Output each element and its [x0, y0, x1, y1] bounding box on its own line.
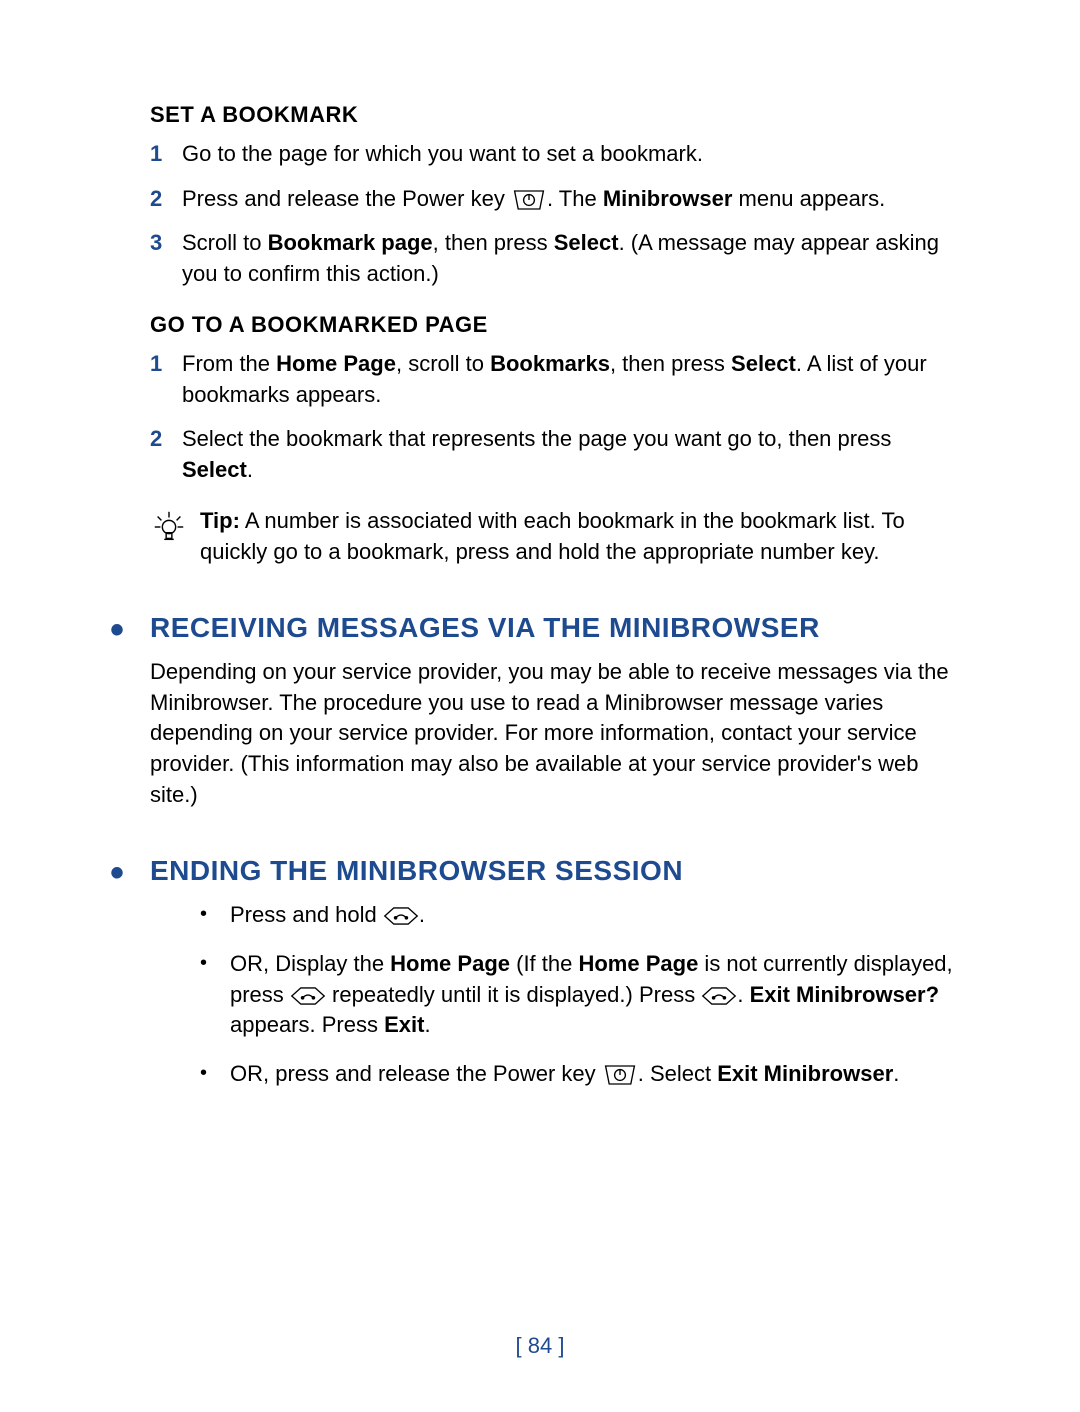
text-fragment: , then press: [433, 230, 554, 255]
bold-text: Exit Minibrowser?: [750, 982, 939, 1007]
item-text: Scroll to Bookmark page, then press Sele…: [182, 228, 960, 290]
ending-session-list: • Press and hold . • OR, Display the Hom…: [150, 900, 960, 1090]
bold-text: Bookmark page: [268, 230, 433, 255]
heading-ending-session: ENDING THE MINIBROWSER SESSION: [150, 851, 960, 890]
text-fragment: .: [247, 457, 253, 482]
end-key-icon: [701, 985, 737, 1007]
bold-text: Home Page: [578, 951, 698, 976]
item-text: Go to the page for which you want to set…: [182, 139, 960, 170]
text-fragment: appears. Press: [230, 1012, 384, 1037]
bullet-marker: •: [200, 949, 230, 1041]
text-fragment: .: [893, 1061, 899, 1086]
item-number: 2: [150, 424, 182, 486]
text-fragment: OR, press and release the Power key: [230, 1061, 602, 1086]
bold-text: Select: [182, 457, 247, 482]
item-number: 2: [150, 184, 182, 215]
list-item: • OR, press and release the Power key . …: [200, 1059, 960, 1090]
heading-receiving-messages: RECEIVING MESSAGES VIA THE MINIBROWSER: [150, 608, 960, 647]
tip-content: Tip: A number is associated with each bo…: [200, 506, 960, 568]
text-fragment: OR, Display the: [230, 951, 390, 976]
text-fragment: repeatedly until it is displayed.) Press: [326, 982, 701, 1007]
text-fragment: . Select: [638, 1061, 717, 1086]
item-text: OR, press and release the Power key . Se…: [230, 1059, 960, 1090]
list-item: 3 Scroll to Bookmark page, then press Se…: [150, 228, 960, 290]
item-text: OR, Display the Home Page (If the Home P…: [230, 949, 960, 1041]
set-bookmark-list: 1 Go to the page for which you want to s…: [150, 139, 960, 290]
bold-text: Home Page: [390, 951, 510, 976]
text-fragment: .: [424, 1012, 430, 1037]
subheading-set-bookmark: SET A BOOKMARK: [150, 100, 960, 131]
text-fragment: (If the: [510, 951, 578, 976]
text-fragment: Scroll to: [182, 230, 268, 255]
bullet-marker: •: [200, 1059, 230, 1090]
bold-text: Minibrowser: [603, 186, 733, 211]
text-fragment: , scroll to: [396, 351, 490, 376]
bold-text: Bookmarks: [490, 351, 610, 376]
list-item: 2 Select the bookmark that represents th…: [150, 424, 960, 486]
item-number: 3: [150, 228, 182, 290]
item-number: 1: [150, 139, 182, 170]
bold-text: Exit Minibrowser: [717, 1061, 893, 1086]
end-key-icon: [290, 985, 326, 1007]
text-fragment: .: [419, 902, 425, 927]
text-fragment: Press and release the Power key: [182, 186, 511, 211]
item-text: Press and hold .: [230, 900, 960, 931]
list-item: • Press and hold .: [200, 900, 960, 931]
subheading-goto-bookmark: GO TO A BOOKMARKED PAGE: [150, 310, 960, 341]
item-number: 1: [150, 349, 182, 411]
end-key-icon: [383, 905, 419, 927]
item-text: Press and release the Power key . The Mi…: [182, 184, 960, 215]
page-number: [ 84 ]: [0, 1331, 1080, 1362]
bold-text: Exit: [384, 1012, 424, 1037]
tip-text: A number is associated with each bookmar…: [200, 508, 905, 564]
goto-bookmark-list: 1 From the Home Page, scroll to Bookmark…: [150, 349, 960, 486]
text-fragment: Press and hold: [230, 902, 383, 927]
tip-label: Tip:: [200, 508, 240, 533]
bold-text: Home Page: [276, 351, 396, 376]
power-key-icon: [511, 189, 547, 211]
item-text: From the Home Page, scroll to Bookmarks,…: [182, 349, 960, 411]
bullet-marker: •: [200, 900, 230, 931]
item-text: Select the bookmark that represents the …: [182, 424, 960, 486]
text-fragment: , then press: [610, 351, 731, 376]
bold-text: Select: [731, 351, 796, 376]
text-fragment: From the: [182, 351, 276, 376]
text-fragment: . The: [547, 186, 603, 211]
text-fragment: .: [737, 982, 749, 1007]
list-item: 2 Press and release the Power key . The …: [150, 184, 960, 215]
tip-block: Tip: A number is associated with each bo…: [150, 506, 960, 568]
list-item: 1 From the Home Page, scroll to Bookmark…: [150, 349, 960, 411]
receiving-body: Depending on your service provider, you …: [150, 657, 960, 811]
list-item: • OR, Display the Home Page (If the Home…: [200, 949, 960, 1041]
text-fragment: Select the bookmark that represents the …: [182, 426, 891, 451]
list-item: 1 Go to the page for which you want to s…: [150, 139, 960, 170]
lightbulb-icon: [150, 506, 200, 568]
bold-text: Select: [554, 230, 619, 255]
power-key-icon: [602, 1064, 638, 1086]
text-fragment: menu appears.: [732, 186, 885, 211]
